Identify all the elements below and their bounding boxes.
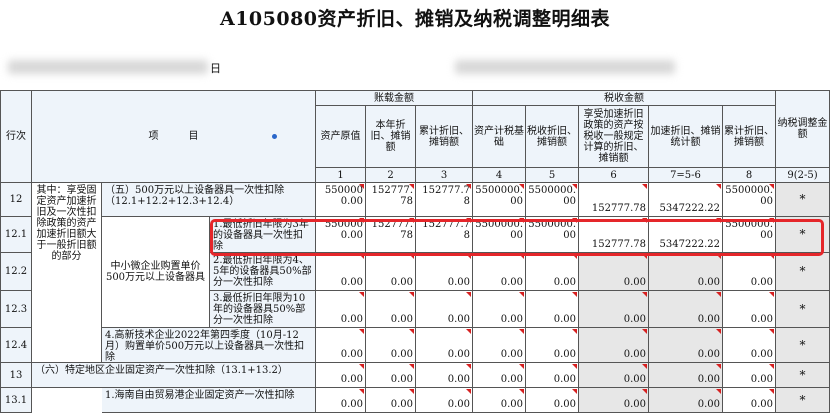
row-no-13: 13 [0,363,32,388]
cell-12-c1[interactable]: 5500000.00 [316,183,366,217]
cell-12.3-c8[interactable]: 0.00 [723,291,776,328]
row-no-12.2: 12.2 [0,253,32,291]
header-colnum-6: 6 [579,168,649,183]
header-book-group: 账载金额 [316,90,473,106]
cell-13-c2[interactable]: 0.00 [366,363,416,388]
row-no-12.3: 12.3 [0,291,32,328]
row-no-13.1: 13.1 [0,388,32,413]
group-label: 其中：享受固定资产加速折旧及一次性扣除政策的资产加速折旧额大于一般折旧额的部分 [32,183,102,363]
row-no-12: 12 [0,183,32,217]
adjust-star-12.2: * [776,253,830,291]
cell-12-c8[interactable]: 5500000.00 [723,183,776,217]
adjust-star-13: * [776,363,830,388]
cell-13.1-c4[interactable]: 0.00 [473,388,526,413]
cell-13.1-c1[interactable]: 0.00 [316,388,366,413]
cell-13-c6: 0.00 [579,363,649,388]
cell-13-c7: 0.00 [649,363,723,388]
header-colnum-7: 7=5-6 [649,168,723,183]
cell-12.4-c2[interactable]: 0.00 [366,328,416,363]
row-item-12.2: 2.最低折旧年限为4、5年的设备器具50%部分一次性扣除 [210,253,316,291]
cell-12-c4[interactable]: 5500000.00 [473,183,526,217]
header-adjust: 纳税调整金额 [776,90,830,168]
cell-12.2-c6: 0.00 [579,253,649,291]
cell-13.1-c8[interactable]: 0.00 [723,388,776,413]
header-trail: 日 [210,62,221,75]
cell-13-c1[interactable]: 0.00 [316,363,366,388]
header-col-6: 享受加速折旧政策的资产按税收一般规定计算的折旧、摊销额 [579,106,649,168]
cell-12-c7[interactable]: 5347222.22 [649,183,723,217]
row-item-12: （五）500万元以上设备器具一次性扣除（12.1+12.2+12.3+12.4） [102,183,316,217]
header-colnum-8: 8 [723,168,776,183]
header-col-2: 本年折旧、摊销额 [366,106,416,168]
cell-13-c5[interactable]: 0.00 [526,363,579,388]
cell-12.3-c4[interactable]: 0.00 [473,291,526,328]
adjust-star-12.4: * [776,328,830,363]
header-col-5: 税收折旧、摊销额 [526,106,579,168]
cell-12.2-c8[interactable]: 0.00 [723,253,776,291]
cell-12.3-c1[interactable]: 0.00 [316,291,366,328]
cell-12.4-c5[interactable]: 0.00 [526,328,579,363]
cell-12.4-c8[interactable]: 0.00 [723,328,776,363]
redacted-period [455,60,675,74]
cell-12-c2[interactable]: 152777.78 [366,183,416,217]
row-no-12.4: 12.4 [0,328,32,363]
header-colnum-2: 2 [366,168,416,183]
cell-13.1-c2[interactable]: 0.00 [366,388,416,413]
header-row-no: 行次 [0,90,32,183]
form-title: A105080资产折旧、摊销及纳税调整明细表 [219,8,611,30]
cell-13.1-c6: 0.00 [579,388,649,413]
cell-12.4-c3[interactable]: 0.00 [416,328,473,363]
header-colnum-1: 1 [316,168,366,183]
cell-13-c4[interactable]: 0.00 [473,363,526,388]
row-item-13.1: 1.海南自由贸易港企业固定资产一次性扣除 [102,388,316,413]
cell-12-c5[interactable]: 5500000.00 [526,183,579,217]
cell-12.2-c1[interactable]: 0.00 [316,253,366,291]
cell-12.4-c6: 0.00 [579,328,649,363]
header-tax-group: 税收金额 [473,90,776,106]
row-item-13: （六）特定地区企业固定资产一次性扣除（13.1+13.2） [32,363,316,388]
cell-13.1-c5[interactable]: 0.00 [526,388,579,413]
row-item-12.4: 4.高新技术企业2022年第四季度（10月-12月）购置单价500万元以上设备器… [102,328,316,363]
redacted-company [8,60,208,74]
header-col-7: 加速折旧、摊销统计额 [649,106,723,168]
cell-12.2-c3[interactable]: 0.00 [416,253,473,291]
cell-13.1-c3[interactable]: 0.00 [416,388,473,413]
cell-12.3-c2[interactable]: 0.00 [366,291,416,328]
info-dot-icon [272,134,277,139]
cell-12.4-c7: 0.00 [649,328,723,363]
row-item-12.3: 3.最低折旧年限为10年的设备器具50%部分一次性扣除 [210,291,316,328]
header-colnum-4: 4 [473,168,526,183]
cell-12.2-c7: 0.00 [649,253,723,291]
cell-13.1-c7: 0.00 [649,388,723,413]
header-colnum-5: 5 [526,168,579,183]
adjust-star-12.3: * [776,291,830,328]
cell-12.3-c3[interactable]: 0.00 [416,291,473,328]
adjust-star-12: * [776,183,830,217]
cell-12.3-c6: 0.00 [579,291,649,328]
adjust-star-13.1: * [776,388,830,413]
cell-12-c6[interactable]: 152777.78 [579,183,649,217]
cell-12.3-c7: 0.00 [649,291,723,328]
cell-12.2-c5[interactable]: 0.00 [526,253,579,291]
cell-12.3-c5[interactable]: 0.00 [526,291,579,328]
header-col-4: 资产计税基础 [473,106,526,168]
cell-12-c3[interactable]: 152777.78 [416,183,473,217]
header-col-1: 资产原值 [316,106,366,168]
header-colnum-9: 9(2-5) [776,168,830,183]
cell-12.4-c1[interactable]: 0.00 [316,328,366,363]
header-col-8: 累计折旧、摊销额 [723,106,776,168]
highlight-box [210,219,824,256]
cell-12.2-c2[interactable]: 0.00 [366,253,416,291]
header-colnum-3: 3 [416,168,473,183]
cell-13-c3[interactable]: 0.00 [416,363,473,388]
row-no-12.1: 12.1 [0,217,32,253]
header-col-3: 累计折旧、摊销额 [416,106,473,168]
cell-13-c8[interactable]: 0.00 [723,363,776,388]
header-item-label: 项 目 [148,131,199,142]
cell-12.4-c4[interactable]: 0.00 [473,328,526,363]
cell-12.2-c4[interactable]: 0.00 [473,253,526,291]
sub-label: 中小微企业购置单价500万元以上设备器具 [102,217,210,328]
